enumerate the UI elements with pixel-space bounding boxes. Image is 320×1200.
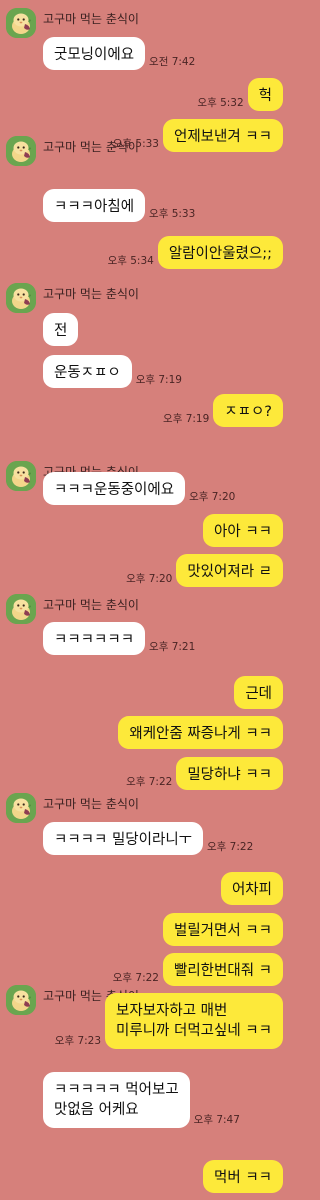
incoming-message-bubble[interactable]: ㅋㅋㅋ운동중이에요 bbox=[43, 472, 186, 505]
outgoing-message-bubble[interactable]: 밀당하냐 ㅋㅋ bbox=[176, 757, 283, 790]
incoming-message-bubble[interactable]: 굿모닝이에요 bbox=[43, 37, 146, 70]
message-timestamp: 오후 7:20 bbox=[189, 491, 236, 503]
incoming-message-bubble[interactable]: ㅋㅋㅋㅋㅋ 먹어보고 맛없음 어케요 bbox=[43, 1072, 190, 1128]
outgoing-message-bubble[interactable]: 보자보자하고 매번 미루니까 더먹고싶네 ㅋㅋ bbox=[105, 993, 283, 1049]
message-timestamp: 오후 7:22 bbox=[126, 776, 173, 788]
avatar-icon[interactable] bbox=[6, 985, 36, 1015]
message-timestamp: 오후 7:20 bbox=[126, 573, 173, 585]
avatar-icon[interactable] bbox=[6, 461, 36, 491]
message-timestamp: 오후 7:19 bbox=[135, 374, 182, 386]
incoming-message-bubble[interactable]: ㅋㅋㅋ아침에 bbox=[43, 189, 146, 222]
outgoing-message-bubble[interactable]: 벌릴거면서 ㅋㅋ bbox=[163, 913, 283, 946]
outgoing-message-bubble[interactable]: 맛있어져라 ㄹ bbox=[176, 554, 283, 587]
outgoing-message-bubble[interactable]: 아아 ㅋㅋ bbox=[203, 514, 283, 547]
message-timestamp: 오후 7:19 bbox=[163, 413, 210, 425]
message-timestamp: 오후 5:33 bbox=[149, 208, 196, 220]
sender-name: 고구마 먹는 춘식이 bbox=[43, 598, 139, 612]
avatar-icon[interactable] bbox=[6, 594, 36, 624]
incoming-message-bubble[interactable]: 운동ㅈㅍㅇ bbox=[43, 355, 132, 388]
incoming-message-bubble[interactable]: ㅋㅋㅋㅋ 밀당이라니ㅜ bbox=[43, 822, 204, 855]
avatar-icon[interactable] bbox=[6, 793, 36, 823]
message-timestamp: 오후 7:22 bbox=[112, 972, 159, 984]
message-timestamp: 오전 7:42 bbox=[149, 56, 196, 68]
outgoing-message-bubble[interactable]: 빨리한번대줘 ㅋ bbox=[163, 953, 283, 986]
message-timestamp: 오후 5:34 bbox=[107, 255, 154, 267]
message-timestamp: 오후 5:33 bbox=[112, 138, 159, 150]
message-timestamp: 오후 7:23 bbox=[54, 1035, 102, 1047]
avatar-icon[interactable] bbox=[6, 136, 36, 166]
avatar-icon[interactable] bbox=[6, 283, 36, 313]
avatar-icon[interactable] bbox=[6, 8, 36, 38]
message-timestamp: 오후 7:21 bbox=[149, 641, 196, 653]
message-timestamp: 오후 7:22 bbox=[207, 841, 254, 853]
outgoing-message-bubble[interactable]: 알람이안울렸으;; bbox=[157, 236, 283, 269]
outgoing-message-bubble[interactable]: 근데 bbox=[234, 676, 283, 709]
sender-name: 고구마 먹는 춘식이 bbox=[43, 287, 139, 301]
message-timestamp: 오후 5:32 bbox=[197, 97, 244, 109]
outgoing-message-bubble[interactable]: ㅈㅍㅇ? bbox=[213, 394, 283, 427]
outgoing-message-bubble[interactable]: 헉 bbox=[247, 78, 283, 111]
outgoing-message-bubble[interactable]: 왜케안줌 짜증나게 ㅋㅋ bbox=[118, 716, 283, 749]
outgoing-message-bubble[interactable]: 먹버 ㅋㅋ bbox=[203, 1160, 283, 1193]
incoming-message-bubble[interactable]: ㅋㅋㅋㅋㅋㅋ bbox=[43, 622, 146, 655]
sender-name: 고구마 먹는 춘식이 bbox=[43, 12, 139, 26]
incoming-message-bubble[interactable]: 전 bbox=[43, 313, 79, 346]
outgoing-message-bubble[interactable]: 어차피 bbox=[220, 872, 283, 905]
message-timestamp: 오후 7:47 bbox=[193, 1114, 240, 1126]
chat-room[interactable]: 고구마 먹는 춘식이 고구마 먹는 춘식이 고구마 먹는 춘식이 고구마 먹는 춘식이… bbox=[0, 0, 292, 1200]
sender-name: 고구마 먹는 춘식이 bbox=[43, 797, 139, 811]
outgoing-message-bubble[interactable]: 언제보낸겨 ㅋㅋ bbox=[163, 119, 283, 152]
